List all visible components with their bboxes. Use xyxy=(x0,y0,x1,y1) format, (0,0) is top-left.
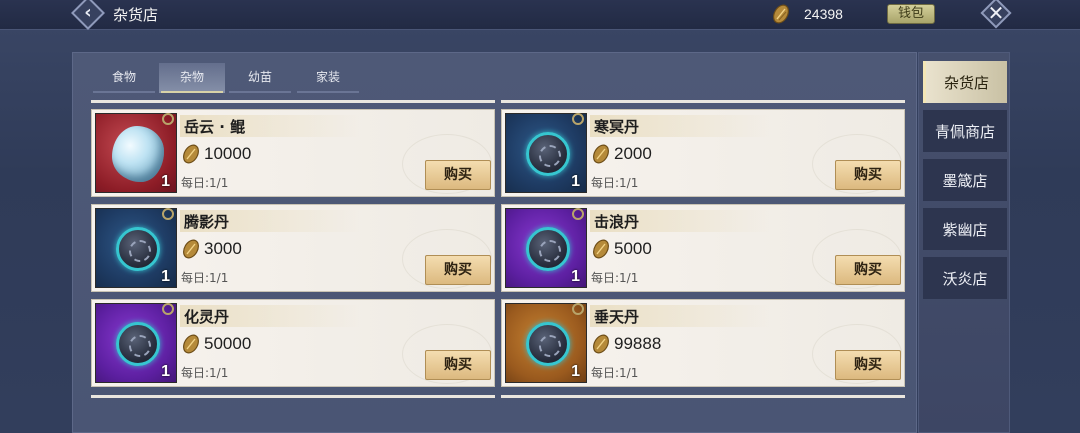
sidebar-item-grocery[interactable]: 杂货店 xyxy=(923,61,1007,103)
seed-coin-icon xyxy=(593,239,609,259)
tab-food[interactable]: 食物 xyxy=(91,63,157,93)
price-row: 10000 xyxy=(180,143,251,165)
item-count: 1 xyxy=(161,363,170,380)
daily-limit: 每日:1/1 xyxy=(591,176,639,190)
item-name: 垂天丹 xyxy=(594,308,640,326)
seed-coin-icon xyxy=(593,144,609,164)
daily-limit: 每日:1/1 xyxy=(181,366,229,380)
close-icon: ✕ xyxy=(987,1,1005,25)
pill-icon xyxy=(526,322,570,366)
item-price: 3000 xyxy=(204,239,242,258)
pill-icon xyxy=(526,227,570,271)
buy-button[interactable]: 购买 xyxy=(835,255,901,285)
item-name: 化灵丹 xyxy=(184,308,230,326)
pill-icon xyxy=(116,227,160,271)
currency-display: 24398 xyxy=(770,3,880,25)
page-title: 杂货店 xyxy=(113,6,159,24)
list-bottom-divider-right xyxy=(501,395,905,398)
item-count: 1 xyxy=(571,363,580,380)
close-button[interactable]: ✕ xyxy=(980,0,1012,29)
chevron-left-icon: ‹ xyxy=(84,2,92,23)
item-thumbnail[interactable]: 1 xyxy=(95,113,177,193)
buy-button[interactable]: 购买 xyxy=(835,160,901,190)
item-thumbnail[interactable]: 1 xyxy=(505,208,587,288)
item-price: 5000 xyxy=(614,239,652,258)
sidebar-item-mozhen[interactable]: 墨箴店 xyxy=(923,159,1007,201)
list-bottom-divider-left xyxy=(91,395,495,398)
buy-button[interactable]: 购买 xyxy=(425,350,491,380)
seed-coin-icon xyxy=(183,239,199,259)
item-price: 10000 xyxy=(204,144,252,163)
daily-limit: 每日:1/1 xyxy=(591,366,639,380)
buy-button[interactable]: 购买 xyxy=(425,160,491,190)
item-thumbnail[interactable]: 1 xyxy=(505,113,587,193)
shop-item-card: 1 腾影丹 3000 每日:1/1 购买 xyxy=(91,204,495,292)
sidebar-item-qingpei[interactable]: 青佩商店 xyxy=(923,110,1007,152)
item-count: 1 xyxy=(571,268,580,285)
item-price: 2000 xyxy=(614,144,652,163)
item-price: 99888 xyxy=(614,334,662,353)
shop-item-card: 1 化灵丹 50000 每日:1/1 购买 xyxy=(91,299,495,387)
item-thumbnail[interactable]: 1 xyxy=(95,208,177,288)
item-count: 1 xyxy=(161,173,170,190)
pill-icon xyxy=(526,132,570,176)
seed-coin-icon xyxy=(773,4,789,24)
wallet-button[interactable]: 钱包 xyxy=(887,4,935,24)
item-thumbnail[interactable]: 1 xyxy=(95,303,177,383)
price-row: 50000 xyxy=(180,333,251,355)
price-row: 3000 xyxy=(180,238,242,260)
item-thumbnail[interactable]: 1 xyxy=(505,303,587,383)
shop-item-card: 1 垂天丹 99888 每日:1/1 购买 xyxy=(501,299,905,387)
tab-furniture[interactable]: 家装 xyxy=(295,63,361,93)
shop-item-card: 1 岳云 · 鲲 10000 每日:1/1 购买 xyxy=(91,109,495,197)
list-top-divider-left xyxy=(91,100,495,103)
buy-button[interactable]: 购买 xyxy=(425,255,491,285)
price-row: 99888 xyxy=(590,333,661,355)
list-top-divider-right xyxy=(501,100,905,103)
item-name: 岳云 · 鲲 xyxy=(184,118,246,136)
item-name: 腾影丹 xyxy=(184,213,230,231)
daily-limit: 每日:1/1 xyxy=(181,271,229,285)
crystal-icon xyxy=(112,126,164,182)
daily-limit: 每日:1/1 xyxy=(181,176,229,190)
seed-coin-icon xyxy=(593,334,609,354)
sidebar-item-ziyou[interactable]: 紫幽店 xyxy=(923,208,1007,250)
daily-limit: 每日:1/1 xyxy=(591,271,639,285)
item-count: 1 xyxy=(161,268,170,285)
seed-coin-icon xyxy=(183,144,199,164)
tab-seedlings[interactable]: 幼苗 xyxy=(227,63,293,93)
pill-icon xyxy=(116,322,160,366)
seed-coin-icon xyxy=(183,334,199,354)
sidebar-item-woyan[interactable]: 沃炎店 xyxy=(923,257,1007,299)
tab-misc[interactable]: 杂物 xyxy=(159,63,225,93)
top-bar: ‹ 杂货店 24398 钱包 ✕ xyxy=(0,0,1080,30)
shop-panel: 食物 杂物 幼苗 家装 1 岳云 · 鲲 10000 每日:1/1 购买 1 寒… xyxy=(72,52,917,433)
currency-amount: 24398 xyxy=(804,6,843,22)
back-button[interactable]: ‹ xyxy=(70,0,106,30)
category-tabs: 食物 杂物 幼苗 家装 xyxy=(91,63,363,93)
item-price: 50000 xyxy=(204,334,252,353)
item-name: 寒冥丹 xyxy=(594,118,640,136)
shop-item-card: 1 寒冥丹 2000 每日:1/1 购买 xyxy=(501,109,905,197)
price-row: 2000 xyxy=(590,143,652,165)
item-count: 1 xyxy=(571,173,580,190)
shop-sidebar: 杂货店 青佩商店 墨箴店 紫幽店 沃炎店 xyxy=(918,52,1010,433)
item-name: 击浪丹 xyxy=(594,213,640,231)
price-row: 5000 xyxy=(590,238,652,260)
buy-button[interactable]: 购买 xyxy=(835,350,901,380)
shop-item-card: 1 击浪丹 5000 每日:1/1 购买 xyxy=(501,204,905,292)
